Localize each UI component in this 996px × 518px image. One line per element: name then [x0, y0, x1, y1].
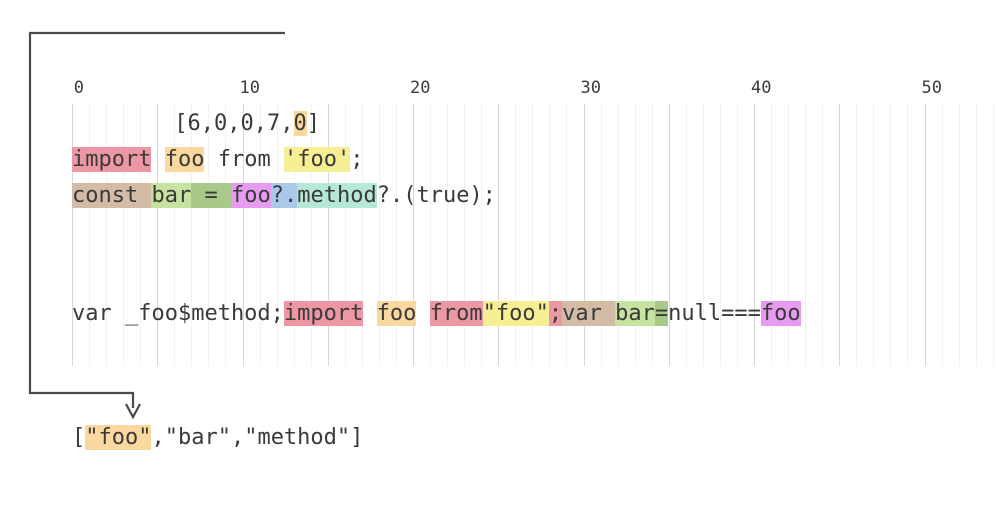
mapping-connector: [28, 31, 285, 420]
sourcemap-visualization: 0 10 20 30 40 50 [6,0,0,7,0] import foo from '…: [0, 0, 996, 518]
